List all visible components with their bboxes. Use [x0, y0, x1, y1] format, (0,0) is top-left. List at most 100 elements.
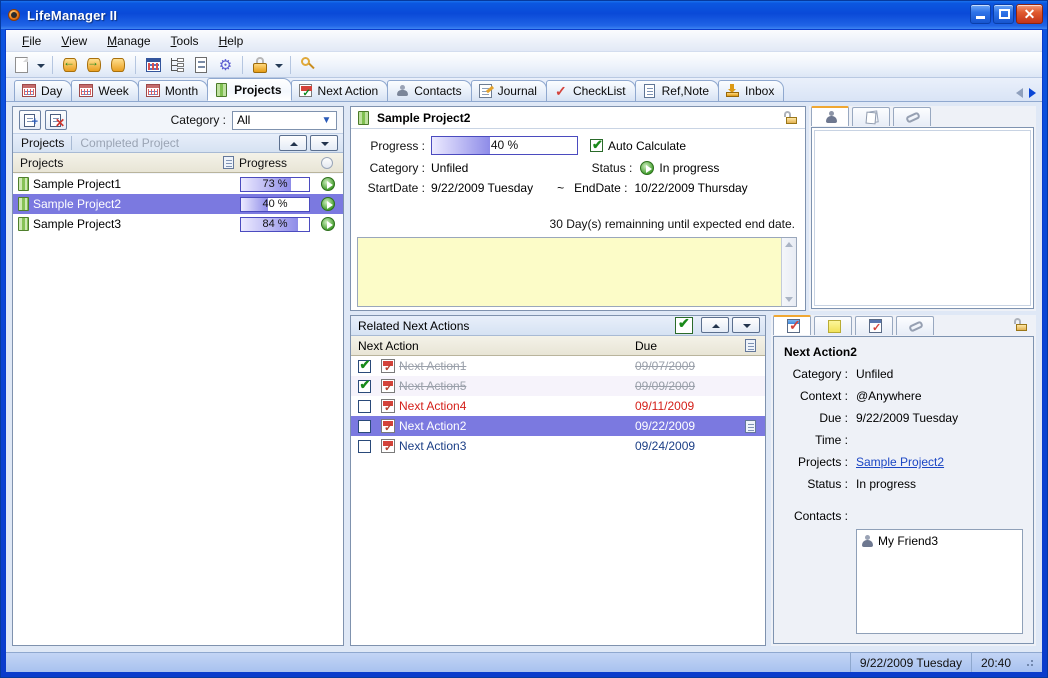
row-checkbox[interactable] — [351, 357, 377, 373]
journal-icon — [478, 84, 494, 98]
calendar-icon[interactable] — [142, 54, 164, 76]
tab-checklist[interactable]: ✓ CheckList — [545, 80, 636, 101]
tab-week[interactable]: Week — [71, 80, 139, 101]
auto-calculate-checkbox[interactable] — [590, 137, 603, 153]
in-progress-icon[interactable] — [313, 177, 343, 191]
project-note-textarea[interactable] — [357, 237, 797, 307]
sort-descending-button[interactable] — [310, 135, 338, 151]
tab-journal[interactable]: Journal — [470, 80, 547, 101]
minimize-button[interactable] — [970, 4, 991, 24]
export-database-icon[interactable]: → — [83, 54, 105, 76]
options-gear-icon[interactable]: ⚙ — [214, 54, 236, 76]
column-header-projects[interactable]: Projects — [13, 156, 217, 170]
database-info-icon[interactable] — [107, 54, 129, 76]
sort-descending-button[interactable] — [732, 317, 760, 333]
new-page-icon[interactable] — [11, 54, 33, 76]
enddate-value[interactable]: 10/22/2009 Thursday — [634, 181, 747, 195]
na-contacts-list[interactable]: My Friend3 — [856, 529, 1023, 634]
na-projects-link[interactable]: Sample Project2 — [848, 455, 944, 469]
row-checkbox[interactable] — [351, 419, 377, 433]
scroll-tabs-left-icon[interactable] — [1016, 88, 1023, 98]
side-tab-contacts[interactable] — [811, 106, 849, 126]
sort-ascending-button[interactable] — [701, 317, 729, 333]
subtab-completed-project[interactable]: Completed Project — [71, 136, 186, 150]
table-row[interactable]: ✓ Next Action1 09/07/2009 — [351, 356, 765, 376]
menu-manage[interactable]: Manage — [97, 32, 160, 50]
row-checkbox[interactable] — [351, 439, 377, 453]
row-checkbox[interactable] — [351, 377, 377, 393]
resize-grip[interactable] — [1024, 656, 1036, 669]
in-progress-icon[interactable] — [313, 217, 343, 231]
na-tab-note[interactable] — [814, 316, 852, 335]
tab-month[interactable]: Month — [137, 80, 209, 101]
table-row[interactable]: ✓ Next Action3 09/24/2009 — [351, 436, 765, 456]
unlocked-icon[interactable] — [1014, 318, 1028, 331]
table-row[interactable]: ✓ Next Action5 09/09/2009 — [351, 376, 765, 396]
day-calendar-icon — [22, 84, 36, 98]
scroll-down-icon[interactable] — [785, 297, 793, 302]
project-detail-body: Progress : 40 % Auto Calculate Category … — [351, 129, 805, 198]
table-row[interactable]: Sample Project2 40 % — [13, 194, 343, 214]
tab-next-action[interactable]: ✓ Next Action — [290, 80, 389, 101]
na-tab-checklist[interactable]: ✓ — [855, 316, 893, 335]
menu-tools[interactable]: Tools — [161, 32, 209, 50]
side-tab-pages[interactable] — [852, 107, 890, 126]
table-row[interactable]: ✓ Next Action2 09/22/2009 — [351, 416, 765, 436]
tab-inbox[interactable]: Inbox — [718, 80, 785, 101]
delete-project-icon[interactable]: ✕ — [45, 110, 67, 130]
row-checkbox[interactable] — [351, 399, 377, 413]
menu-help[interactable]: Help — [209, 32, 254, 50]
menu-tools-rest: ools — [176, 33, 199, 48]
scroll-tabs-right-icon[interactable] — [1029, 88, 1036, 98]
na-category-row: Category : Unfiled — [774, 363, 1033, 385]
column-header-progress[interactable]: Progress — [239, 156, 311, 170]
contacts-person-icon — [825, 111, 838, 124]
new-project-icon[interactable]: + — [19, 110, 41, 130]
checkmark-toggle-button[interactable] — [675, 315, 693, 334]
import-database-icon[interactable]: ← — [59, 54, 81, 76]
search-icon[interactable] — [297, 54, 319, 76]
category-select[interactable]: All ▼ — [232, 110, 337, 130]
in-progress-icon[interactable] — [313, 197, 343, 211]
na-tab-main[interactable]: ✓ — [773, 315, 811, 335]
auto-calculate-label: Auto Calculate — [608, 138, 687, 153]
next-action-due: 09/11/2009 — [635, 399, 695, 413]
column-header-due[interactable]: Due — [635, 339, 735, 353]
main-content: + ✕ Category : All ▼ Projects Completed … — [6, 102, 1042, 652]
projects-book-icon — [357, 110, 371, 125]
table-row[interactable]: ✓ Next Action4 09/11/2009 — [351, 396, 765, 416]
next-action-name: Next Action2 — [399, 419, 467, 433]
scroll-up-icon[interactable] — [785, 242, 793, 247]
unlocked-icon[interactable] — [784, 111, 798, 124]
menu-view[interactable]: View — [51, 32, 97, 50]
na-context-value: @Anywhere — [856, 389, 922, 403]
side-tab-attachments[interactable] — [893, 107, 931, 126]
tab-day[interactable]: Day — [14, 80, 73, 101]
outline-tree-icon[interactable] — [166, 54, 188, 76]
tab-projects[interactable]: Projects — [207, 78, 292, 101]
lock-dropdown-arrow[interactable] — [273, 54, 284, 76]
column-header-next-action[interactable]: Next Action — [351, 339, 635, 353]
new-page-dropdown-arrow[interactable] — [35, 54, 46, 76]
list-icon[interactable] — [190, 54, 212, 76]
na-tab-attachments[interactable] — [896, 316, 934, 335]
table-row[interactable]: Sample Project1 73 % — [13, 174, 343, 194]
maximize-button[interactable] — [993, 4, 1014, 24]
lock-icon[interactable] — [249, 54, 271, 76]
status-circle-icon — [311, 156, 343, 169]
doc-icon — [217, 156, 239, 169]
tab-contacts[interactable]: Contacts — [387, 80, 472, 101]
table-row[interactable]: Sample Project3 84 % — [13, 214, 343, 234]
next-actions-list: ✓ Next Action1 09/07/2009 ✓ Next Action5… — [351, 356, 765, 456]
tab-ref-note[interactable]: Ref,Note — [634, 80, 719, 101]
subtab-projects[interactable]: Projects — [21, 136, 71, 150]
project-side-content[interactable] — [811, 127, 1034, 309]
note-scrollbar[interactable] — [781, 238, 796, 306]
progress-bar[interactable]: 40 % — [431, 136, 578, 155]
close-button[interactable]: ✕ — [1016, 4, 1043, 24]
sort-ascending-button[interactable] — [279, 135, 307, 151]
list-item[interactable]: My Friend3 — [861, 534, 1022, 548]
menu-file[interactable]: File — [12, 32, 51, 50]
checklist-check-icon: ✓ — [554, 83, 567, 99]
startdate-value[interactable]: 9/22/2009 Tuesday — [431, 181, 533, 195]
